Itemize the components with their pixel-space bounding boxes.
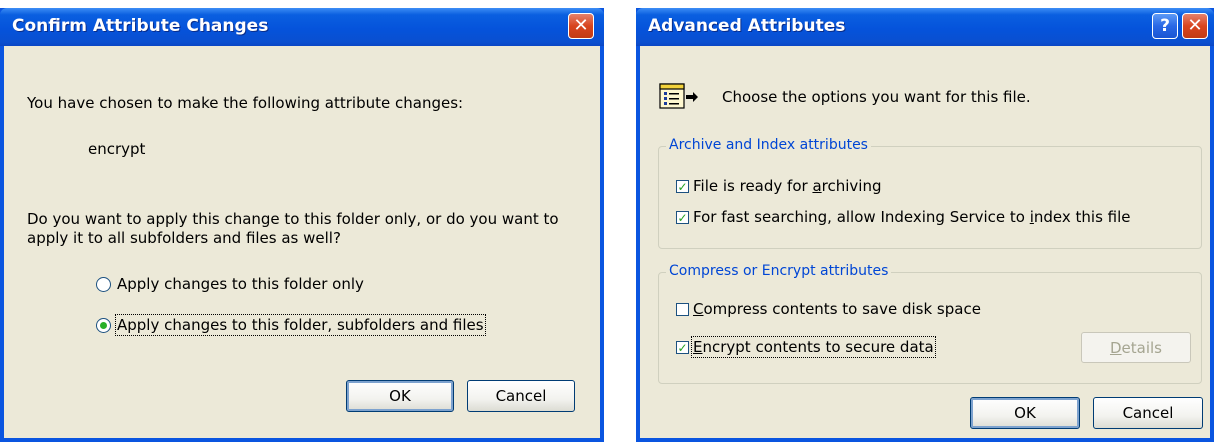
group-label: Compress or Encrypt attributes [666, 263, 892, 279]
question-line-2: apply it to all subfolders and files as … [27, 229, 341, 247]
close-icon: ✕ [1187, 15, 1203, 36]
dialog-body: You have chosen to make the following at… [4, 46, 600, 438]
message-text: You have chosen to make the following at… [27, 94, 464, 112]
close-button[interactable]: ✕ [1182, 13, 1208, 39]
advanced-attributes-dialog: Advanced Attributes ? ✕ Choose the optio… [636, 8, 1214, 442]
checkbox-label[interactable]: File is ready for archiving [693, 177, 881, 195]
dialog-title: Advanced Attributes [648, 16, 846, 36]
checkbox[interactable] [676, 303, 689, 316]
details-button[interactable]: Details [1081, 332, 1191, 363]
radio-button-selected[interactable] [96, 318, 111, 333]
radio-selected-dot [100, 322, 107, 329]
checkbox-label[interactable]: Compress contents to save disk space [693, 300, 981, 318]
check-icon: ✓ [677, 179, 688, 194]
dialog-title: Confirm Attribute Changes [12, 16, 269, 36]
help-button[interactable]: ? [1152, 13, 1178, 39]
checkbox[interactable]: ✓ [676, 211, 689, 224]
group-label: Archive and Index attributes [666, 137, 871, 153]
checkbox[interactable]: ✓ [676, 341, 689, 354]
checkbox[interactable]: ✓ [676, 180, 689, 193]
ok-button[interactable]: OK [970, 397, 1080, 429]
cancel-button[interactable]: Cancel [1093, 397, 1203, 429]
description-text: Choose the options you want for this fil… [722, 88, 1031, 106]
cancel-button[interactable]: Cancel [467, 380, 575, 412]
checkbox-label[interactable]: Encrypt contents to secure data [691, 336, 936, 358]
file-properties-icon [659, 83, 698, 109]
ok-button[interactable]: OK [346, 380, 454, 412]
check-icon: ✓ [677, 340, 688, 355]
radio-label[interactable]: Apply changes to this folder only [117, 275, 364, 293]
change-text: encrypt [88, 140, 146, 158]
compress-encrypt-group: Compress or Encrypt attributes Compress … [658, 263, 1202, 384]
titlebar[interactable]: Confirm Attribute Changes ✕ [0, 8, 604, 46]
confirm-attribute-changes-dialog: Confirm Attribute Changes ✕ You have cho… [0, 8, 604, 442]
radio-button[interactable] [96, 277, 111, 292]
radio-label[interactable]: Apply changes to this folder, subfolders… [115, 314, 486, 336]
help-icon: ? [1160, 15, 1170, 36]
dialog-body: Choose the options you want for this fil… [640, 46, 1210, 438]
checkbox-label[interactable]: For fast searching, allow Indexing Servi… [693, 208, 1131, 226]
check-icon: ✓ [677, 210, 688, 225]
close-icon: ✕ [573, 15, 589, 36]
titlebar[interactable]: Advanced Attributes ? ✕ [636, 8, 1214, 46]
close-button[interactable]: ✕ [568, 13, 594, 39]
question-line-1: Do you want to apply this change to this… [27, 210, 559, 228]
archive-index-group: Archive and Index attributes ✓ File is r… [658, 137, 1202, 249]
